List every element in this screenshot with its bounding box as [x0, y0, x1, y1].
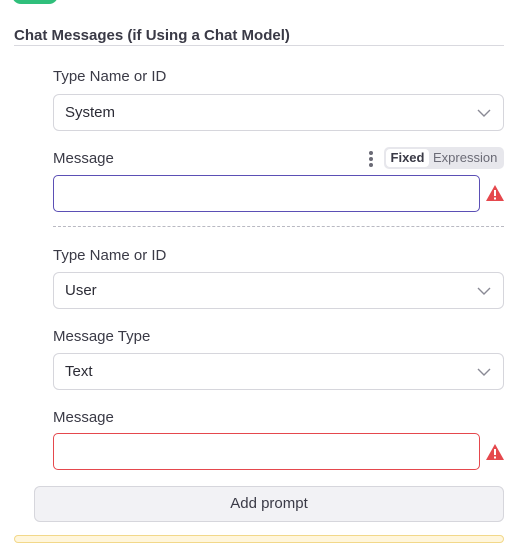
chevron-down-icon: [477, 287, 491, 295]
message-type-label: Message Type: [53, 328, 151, 345]
type-select-value: User: [65, 282, 97, 299]
section-divider: [14, 45, 504, 46]
more-vertical-icon[interactable]: [369, 151, 373, 167]
mode-fixed[interactable]: Fixed: [386, 149, 429, 167]
add-prompt-button[interactable]: Add prompt: [34, 486, 504, 522]
message-label: Message: [53, 409, 114, 426]
type-select[interactable]: User: [53, 272, 504, 309]
message-label: Message: [53, 150, 114, 167]
type-label: Type Name or ID: [53, 68, 167, 85]
chevron-down-icon: [477, 109, 491, 117]
type-label: Type Name or ID: [53, 247, 167, 264]
toggle-switch[interactable]: [12, 0, 58, 4]
warning-icon: [486, 444, 504, 460]
notice-banner: [14, 535, 504, 543]
mode-expression[interactable]: Expression: [433, 149, 497, 167]
fixed-expression-toggle[interactable]: Fixed Expression: [384, 147, 504, 169]
message-input[interactable]: [53, 175, 480, 212]
section-title: Chat Messages (if Using a Chat Model): [14, 27, 290, 44]
message-input[interactable]: [53, 433, 480, 470]
chevron-down-icon: [477, 368, 491, 376]
message-separator: [53, 226, 504, 227]
type-select[interactable]: System: [53, 94, 504, 131]
message-type-select[interactable]: Text: [53, 353, 504, 390]
warning-icon: [486, 185, 504, 201]
message-type-value: Text: [65, 363, 93, 380]
type-select-value: System: [65, 104, 116, 121]
